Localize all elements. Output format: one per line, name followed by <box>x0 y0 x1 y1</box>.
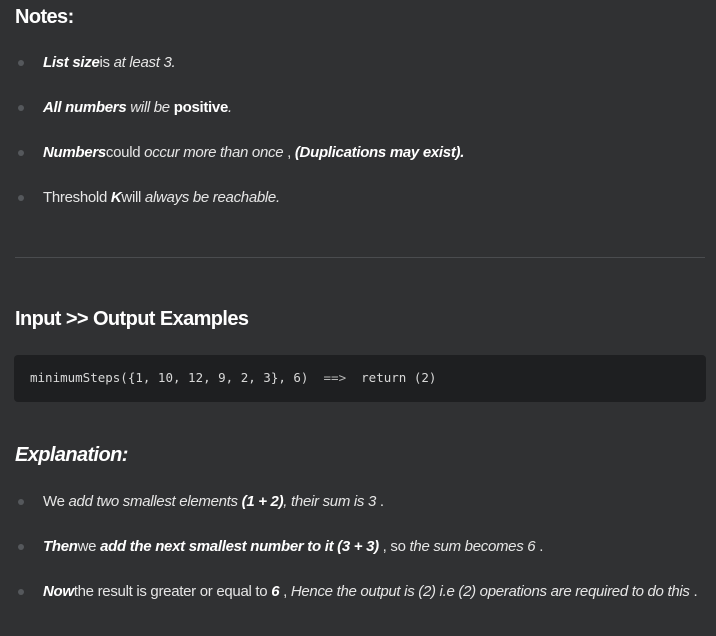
text-segment: . <box>689 583 698 600</box>
bullet-dot-icon <box>18 60 24 66</box>
bullet-dot-icon <box>18 195 24 201</box>
bullet-dot-icon <box>18 105 24 111</box>
text-segment: We <box>43 493 69 510</box>
code-example-block[interactable]: minimumSteps({1, 10, 12, 9, 2, 3}, 6) ==… <box>14 355 706 402</box>
text-segment: (1 + 2) <box>241 493 284 510</box>
section-divider <box>15 257 705 258</box>
notes-item: All numbers will be positive. <box>0 96 716 120</box>
bullet-dot-icon <box>18 499 24 505</box>
text-segment: , <box>283 144 295 161</box>
text-segment: Threshold <box>43 189 111 206</box>
explanation-item: Nowthe result is greater or equal to 6 ,… <box>0 580 716 604</box>
explanation-list: We add two smallest elements (1 + 2), th… <box>0 490 716 625</box>
explanation-heading: Explanation: <box>15 444 128 466</box>
text-segment: K <box>110 189 122 206</box>
notes-list: List sizeis at least 3. All numbers will… <box>0 51 716 231</box>
code-example[interactable]: minimumSteps({1, 10, 12, 9, 2, 3}, 6) ==… <box>30 370 436 385</box>
text-segment: Then <box>43 538 78 555</box>
text-segment: will be <box>126 99 174 116</box>
bullet-dot-icon <box>18 150 24 156</box>
text-segment: always be reachable. <box>144 189 280 206</box>
io-examples-heading: Input >> Output Examples <box>15 308 249 330</box>
text-segment: (3 + 3) <box>337 538 379 555</box>
text-segment: All numbers <box>43 99 127 116</box>
notes-item: List sizeis at least 3. <box>0 51 716 75</box>
text-segment: we <box>77 538 101 555</box>
text-segment: , so <box>378 538 410 555</box>
code-arrow: ==> <box>323 370 347 385</box>
text-segment: (Duplications may exist). <box>294 144 465 161</box>
text-segment: , their sum is 3 <box>283 493 377 510</box>
code-return: return (2) <box>361 370 437 385</box>
text-segment: is <box>99 54 114 71</box>
text-segment: add two smallest elements <box>68 493 242 510</box>
text-segment: at least 3. <box>113 54 176 71</box>
kata-description: Notes: List sizeis at least 3. All numbe… <box>0 0 716 636</box>
text-segment: will <box>121 189 145 206</box>
notes-item: Threshold Kwill always be reachable. <box>0 186 716 210</box>
text-segment: occur more than once <box>144 144 284 161</box>
text-segment: List size <box>43 54 100 71</box>
text-segment: add the next smallest number to it <box>100 538 338 555</box>
text-segment: Now <box>43 583 74 600</box>
bullet-dot-icon <box>18 589 24 595</box>
text-segment: . <box>228 99 232 116</box>
text-segment: . <box>376 493 384 510</box>
code-call: minimumSteps({1, 10, 12, 9, 2, 3}, 6) <box>30 370 309 385</box>
explanation-item: We add two smallest elements (1 + 2), th… <box>0 490 716 514</box>
notes-heading: Notes: <box>15 6 74 28</box>
text-segment: , <box>279 583 291 600</box>
text-segment: could <box>105 144 145 161</box>
explanation-item: Thenwe add the next smallest number to i… <box>0 535 716 559</box>
text-segment: the sum becomes 6 <box>409 538 536 555</box>
text-segment: Hence the output is (2) i.e (2) operatio… <box>290 583 690 600</box>
text-segment: positive <box>173 99 229 116</box>
text-segment: . <box>535 538 544 555</box>
text-segment: the result is greater or equal to <box>73 583 272 600</box>
bullet-dot-icon <box>18 544 24 550</box>
notes-item: Numberscould occur more than once , (Dup… <box>0 141 716 165</box>
text-segment: Numbers <box>43 144 106 161</box>
